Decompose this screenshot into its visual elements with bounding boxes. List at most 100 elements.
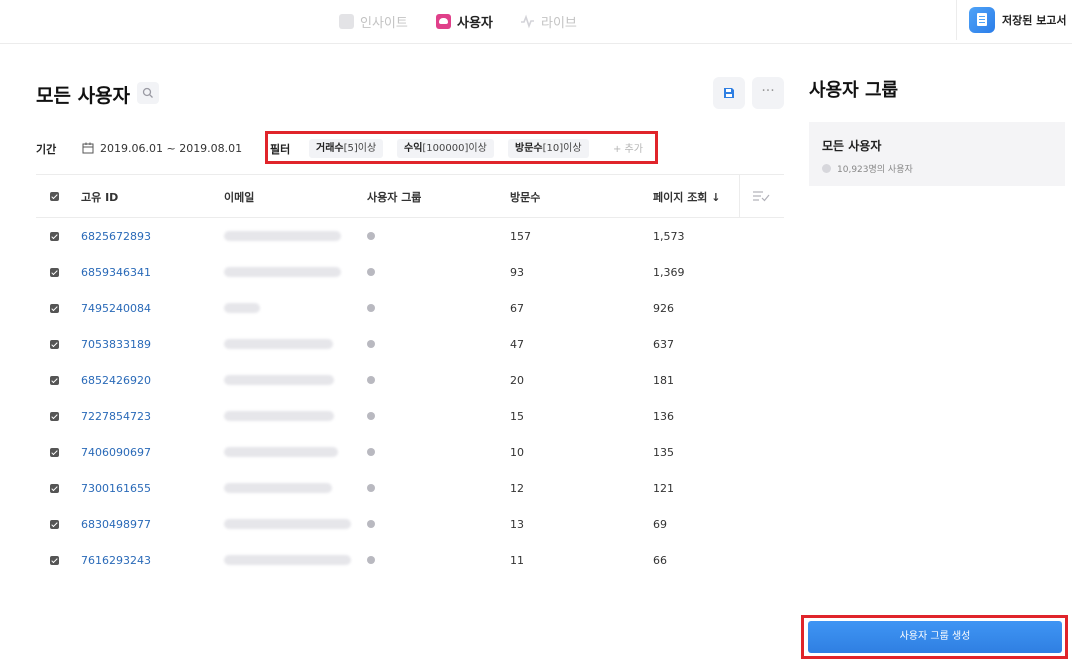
more-options-button[interactable]: ··· — [752, 77, 784, 109]
document-icon — [969, 7, 995, 33]
lightbulb-icon — [339, 13, 354, 29]
user-group-dot — [367, 304, 375, 312]
user-id-link[interactable]: 7053833189 — [81, 338, 151, 351]
user-group-name: 모든 사용자 — [822, 139, 882, 153]
saved-reports-button[interactable]: 저장된 보고서 — [956, 0, 1072, 40]
row-checkbox[interactable] — [50, 484, 59, 493]
page-title: 모든 사용자 — [36, 85, 131, 107]
row-checkbox[interactable] — [50, 232, 59, 241]
date-range-value: 2019.06.01 ~ 2019.08.01 — [100, 141, 243, 155]
filter-chip-visits[interactable]: 방문수[10]이상 — [508, 139, 589, 158]
group-color-dot — [822, 164, 831, 173]
date-range-picker[interactable]: 2019.06.01 ~ 2019.08.01 — [82, 139, 242, 157]
pageviews-value: 69 — [653, 518, 667, 531]
filter-chip-value: [10]이상 — [542, 143, 582, 154]
filter-chip-revenue[interactable]: 수익[100000]이상 — [397, 139, 494, 158]
email-redacted — [224, 411, 334, 421]
row-checkbox[interactable] — [50, 268, 59, 277]
visits-value: 20 — [510, 374, 524, 387]
table-row[interactable]: 6830498977 13 69 — [36, 506, 784, 542]
user-group-count-text: 10,923명의 사용자 — [837, 165, 913, 175]
table-row[interactable]: 7616293243 11 66 — [36, 542, 784, 578]
column-header-visits[interactable]: 방문수 — [510, 189, 540, 205]
user-id-link[interactable]: 7300161655 — [81, 482, 151, 495]
table-row[interactable]: 6825672893 157 1,573 — [36, 218, 784, 254]
user-id-link[interactable]: 6825672893 — [81, 230, 151, 243]
filter-chip-name: 방문수 — [515, 143, 543, 154]
save-report-button[interactable] — [713, 77, 745, 109]
email-redacted — [224, 231, 341, 241]
user-group-dot — [367, 412, 375, 420]
table-row[interactable]: 7300161655 12 121 — [36, 470, 784, 506]
column-header-user-group[interactable]: 사용자 그룹 — [367, 189, 421, 205]
user-group-card-all-users[interactable]: 모든 사용자 10,923명의 사용자 — [809, 122, 1065, 186]
filter-chip-transactions[interactable]: 거래수[5]이상 — [309, 139, 384, 158]
top-navigation-bar: 인사이트 사용자 라이브 저장된 보고서 — [0, 0, 1072, 44]
user-id-link[interactable]: 7406090697 — [81, 446, 151, 459]
user-id-link[interactable]: 7495240084 — [81, 302, 151, 315]
user-group-dot — [367, 484, 375, 492]
column-header-pageviews[interactable]: 페이지 조회 ↓ — [653, 189, 720, 205]
column-header-id[interactable]: 고유 ID — [81, 189, 118, 205]
email-redacted — [224, 555, 351, 565]
column-settings-button[interactable] — [739, 175, 784, 217]
select-all-checkbox[interactable] — [50, 192, 59, 201]
table-row[interactable]: 7406090697 10 135 — [36, 434, 784, 470]
visits-value: 67 — [510, 302, 524, 315]
user-id-link[interactable]: 7616293243 — [81, 554, 151, 567]
column-settings-icon — [753, 191, 770, 202]
row-checkbox[interactable] — [50, 556, 59, 565]
row-checkbox[interactable] — [50, 376, 59, 385]
tab-users[interactable]: 사용자 — [436, 11, 493, 31]
email-redacted — [224, 447, 338, 457]
pulse-icon — [520, 14, 535, 29]
visits-value: 12 — [510, 482, 524, 495]
user-id-link[interactable]: 6830498977 — [81, 518, 151, 531]
table-row[interactable]: 7495240084 67 926 — [36, 290, 784, 326]
row-checkbox[interactable] — [50, 304, 59, 313]
table-header: 고유 ID 이메일 사용자 그룹 방문수 페이지 조회 ↓ — [36, 174, 784, 218]
row-checkbox[interactable] — [50, 520, 59, 529]
user-group-count: 10,923명의 사용자 — [822, 162, 913, 175]
user-group-dot — [367, 232, 375, 240]
email-redacted — [224, 339, 333, 349]
pageviews-value: 121 — [653, 482, 674, 495]
email-redacted — [224, 519, 351, 529]
visits-value: 47 — [510, 338, 524, 351]
tab-live[interactable]: 라이브 — [520, 11, 577, 31]
visits-value: 11 — [510, 554, 524, 567]
row-checkbox[interactable] — [50, 448, 59, 457]
table-row[interactable]: 6859346341 93 1,369 — [36, 254, 784, 290]
table-row[interactable]: 7227854723 15 136 — [36, 398, 784, 434]
users-icon — [436, 13, 451, 29]
pageviews-value: 66 — [653, 554, 667, 567]
tab-insight-label: 인사이트 — [360, 15, 408, 31]
tab-insight[interactable]: 인사이트 — [339, 11, 408, 31]
user-group-dot — [367, 520, 375, 528]
user-group-dot — [367, 556, 375, 564]
user-groups-title: 사용자 그룹 — [809, 80, 899, 101]
user-group-dot — [367, 268, 375, 276]
row-checkbox[interactable] — [50, 340, 59, 349]
row-checkbox[interactable] — [50, 412, 59, 421]
add-filter-button[interactable]: + 추가 — [613, 140, 643, 155]
tab-live-label: 라이브 — [541, 15, 577, 31]
user-id-link[interactable]: 6859346341 — [81, 266, 151, 279]
visits-value: 157 — [510, 230, 531, 243]
table-row[interactable]: 6852426920 20 181 — [36, 362, 784, 398]
search-icon — [142, 87, 153, 98]
user-id-link[interactable]: 6852426920 — [81, 374, 151, 387]
pageviews-value: 637 — [653, 338, 674, 351]
filter-chip-name: 수익 — [404, 143, 423, 154]
filter-chip-value: [100000]이상 — [422, 143, 487, 154]
saved-reports-label: 저장된 보고서 — [1002, 14, 1067, 27]
create-user-group-button[interactable]: 사용자 그룹 생성 — [808, 621, 1062, 653]
pageviews-value: 135 — [653, 446, 674, 459]
search-button[interactable] — [137, 82, 159, 104]
table-row[interactable]: 7053833189 47 637 — [36, 326, 784, 362]
user-group-dot — [367, 448, 375, 456]
user-id-link[interactable]: 7227854723 — [81, 410, 151, 423]
column-header-email[interactable]: 이메일 — [224, 189, 254, 205]
email-redacted — [224, 267, 341, 277]
visits-value: 13 — [510, 518, 524, 531]
